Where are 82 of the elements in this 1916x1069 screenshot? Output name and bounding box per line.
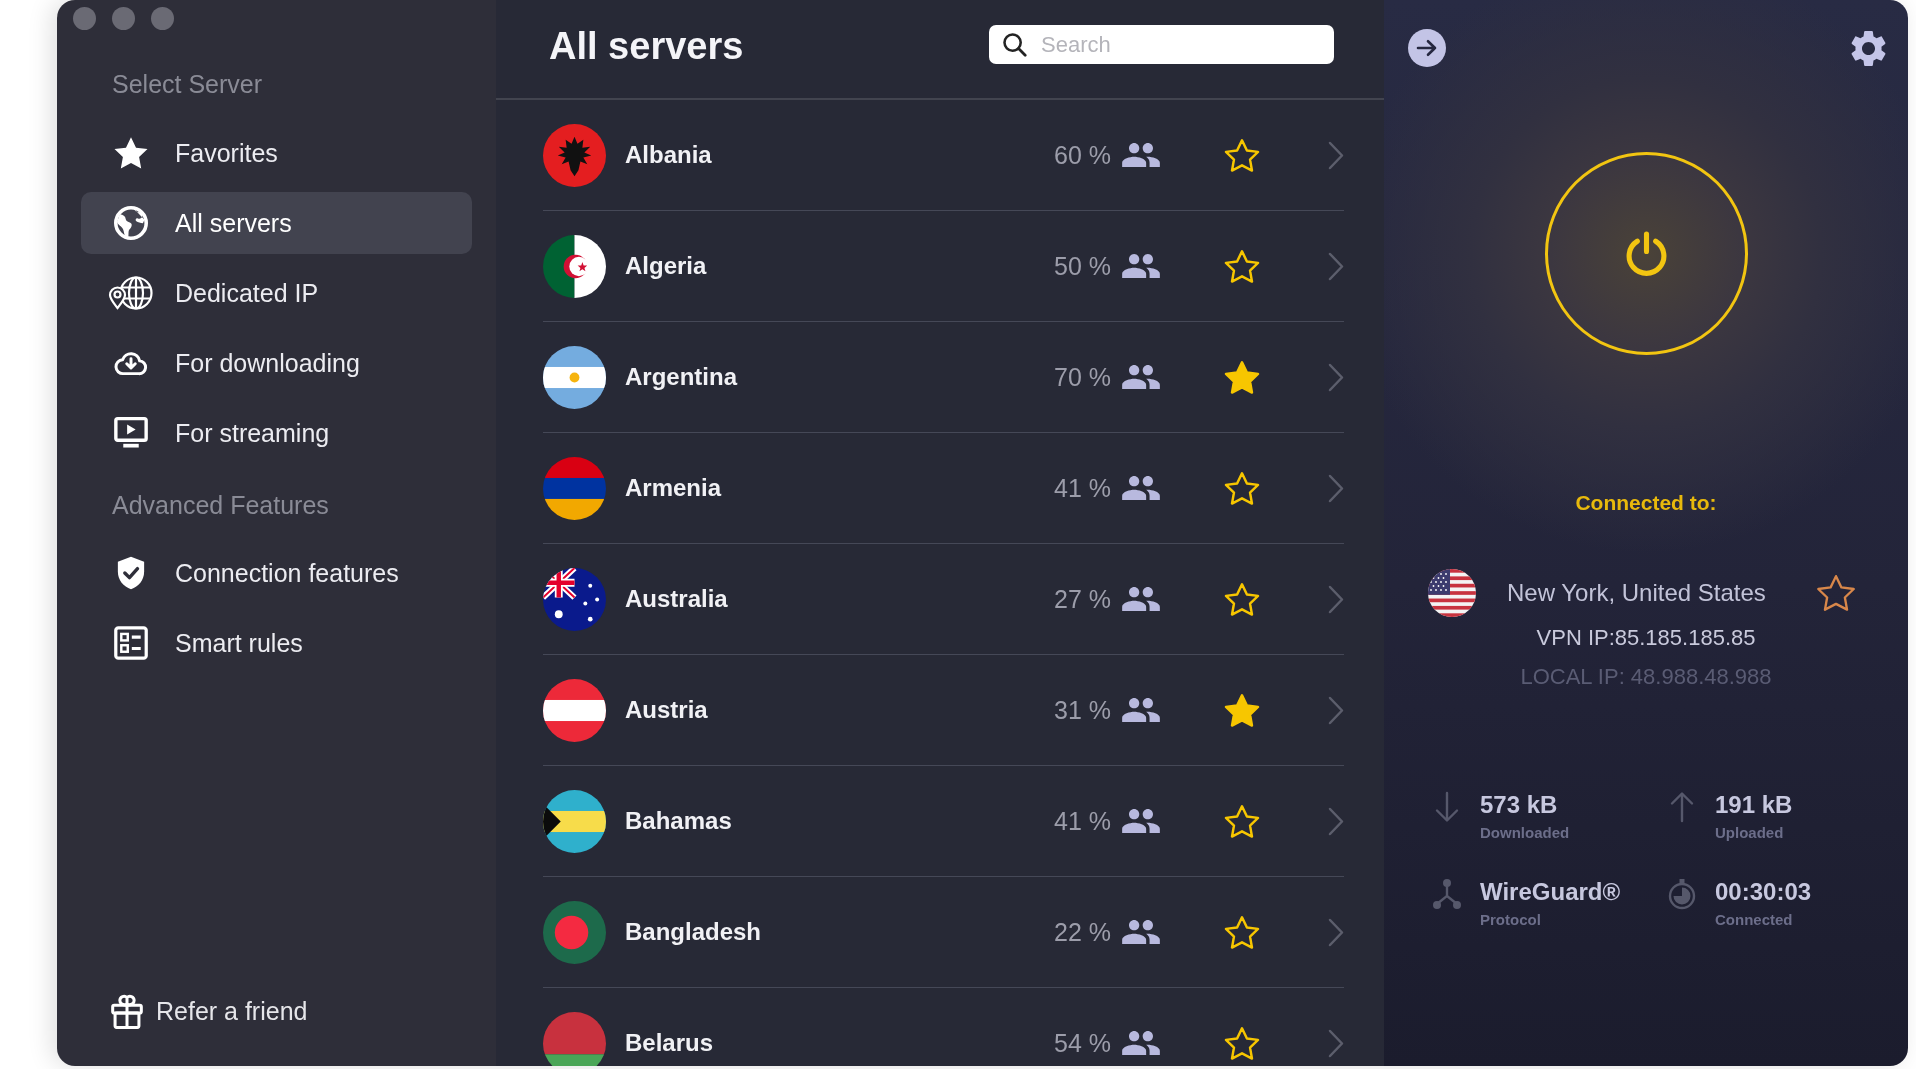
country-name: Belarus [625, 1029, 715, 1057]
stat-value: 573 kB [1480, 791, 1558, 819]
server-load: 41 % [1054, 806, 1111, 836]
server-load: 54 % [1054, 1028, 1111, 1058]
users-icon [1122, 920, 1160, 944]
star-icon[interactable] [1224, 581, 1260, 617]
users-icon [1122, 587, 1160, 611]
stat-value: 191 kB [1715, 791, 1793, 819]
stat-label: Connected [1715, 911, 1793, 929]
stat-label: Downloaded [1480, 824, 1570, 842]
search-field[interactable]: Search [989, 25, 1334, 64]
sidebar-item[interactable]: All servers [81, 192, 472, 254]
star-icon[interactable] [1816, 574, 1856, 612]
sidebar-item[interactable]: Connection features [81, 542, 472, 604]
users-icon [1122, 809, 1160, 833]
server-load: 70 % [1054, 362, 1111, 392]
users-icon [1122, 1031, 1160, 1055]
country-name: Algeria [625, 252, 708, 280]
country-name: Australia [625, 585, 729, 613]
section-heading: Advanced Features [111, 490, 329, 520]
star-icon[interactable] [1224, 692, 1260, 728]
nodes-icon [1432, 878, 1462, 910]
sidebar-item[interactable]: Dedicated IP [81, 262, 472, 324]
flag-icon [1428, 569, 1476, 617]
users-icon [1122, 698, 1160, 722]
star-icon[interactable] [1224, 1025, 1260, 1061]
star-icon[interactable] [1224, 803, 1260, 839]
gift-icon [111, 993, 143, 1029]
star-icon[interactable] [1224, 137, 1260, 173]
server-location: New York, United States [1507, 579, 1766, 607]
stopwatch-icon [1667, 878, 1697, 910]
monitor-play-icon [114, 416, 148, 450]
sidebar-item[interactable]: For streaming [81, 402, 472, 464]
server-load: 41 % [1054, 473, 1111, 503]
country-name: Armenia [625, 474, 723, 502]
stat-label: Uploaded [1715, 824, 1784, 842]
country-name: Albania [625, 141, 713, 169]
sidebar-item[interactable]: For downloading [81, 332, 472, 394]
section-heading: Select Server [111, 69, 263, 99]
window-control-icon[interactable] [73, 7, 96, 30]
stat-value: WireGuard® [1480, 878, 1621, 906]
users-icon [1122, 254, 1160, 278]
users-icon [1122, 143, 1160, 167]
server-load: 27 % [1054, 584, 1111, 614]
window-control-icon[interactable] [112, 7, 135, 30]
globe-pin-icon [108, 275, 154, 311]
users-icon [1122, 365, 1160, 389]
vpn-ip: VPN IP:85.185.185.85 [1536, 624, 1756, 651]
star-icon [114, 136, 148, 170]
page-title: All servers [549, 24, 744, 69]
stat-label: Protocol [1480, 911, 1541, 929]
checklist-icon [114, 626, 148, 660]
server-load: 50 % [1054, 251, 1111, 281]
local-ip: LOCAL IP: 48.988.48.988 [1520, 663, 1772, 690]
refer-link[interactable]: Refer a friend [111, 991, 308, 1031]
flag-icon [543, 234, 606, 298]
server-load: 60 % [1054, 140, 1111, 170]
globe-icon [114, 206, 148, 240]
star-icon[interactable] [1224, 914, 1260, 950]
sidebar-item[interactable]: Favorites [81, 122, 472, 184]
country-name: Bangladesh [625, 918, 763, 946]
settings-icon[interactable] [1850, 29, 1887, 67]
star-icon[interactable] [1224, 248, 1260, 284]
star-icon[interactable] [1224, 359, 1260, 395]
stat-value: 00:30:03 [1715, 878, 1812, 906]
users-icon [1122, 476, 1160, 500]
flag-icon [543, 1011, 606, 1066]
country-name: Argentina [625, 363, 739, 391]
power-icon [1625, 230, 1667, 277]
search-icon [1003, 32, 1027, 57]
connection-status: Connected to: [1575, 490, 1717, 516]
window-control-icon[interactable] [151, 7, 174, 30]
arrow-right-icon [1416, 39, 1438, 57]
server-load: 22 % [1054, 917, 1111, 947]
arrow-button[interactable] [1408, 29, 1446, 67]
power-button[interactable] [1544, 152, 1748, 355]
country-name: Austria [625, 696, 709, 724]
star-icon[interactable] [1224, 470, 1260, 506]
sidebar-item[interactable]: Smart rules [81, 612, 472, 674]
flag-icon [543, 456, 606, 520]
server-load: 31 % [1054, 695, 1111, 725]
country-name: Bahamas [625, 807, 733, 835]
